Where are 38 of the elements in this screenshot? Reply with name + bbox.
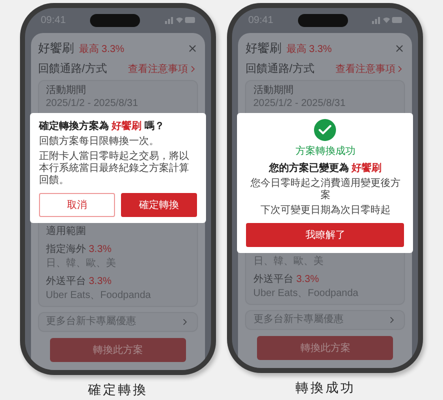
dialog-text: 回饋方案每日限轉換一次。 <box>38 136 160 148</box>
field-label: 活動期間 <box>46 85 87 97</box>
cancel-button[interactable]: 取消 <box>38 193 115 217</box>
switch-plan-button[interactable]: 轉換此方案 <box>257 336 394 360</box>
status-message: 方案轉換成功 <box>295 144 356 158</box>
confirm-button[interactable]: 確定轉換 <box>120 193 197 217</box>
section-title: 回饋通路/方式 <box>245 62 314 76</box>
sheet-title: 好饗刷 <box>245 41 282 55</box>
notice-link[interactable]: 查看注意事項 <box>128 62 198 76</box>
switch-plan-button[interactable]: 轉換此方案 <box>50 338 186 362</box>
confirm-button[interactable]: 我瞭解了 <box>246 223 404 247</box>
dialog-text: 您今日零時起之消費適用變更後方案 <box>249 178 402 202</box>
category-label: 指定海外 <box>46 244 86 255</box>
category-label: 外送平台 <box>253 274 294 285</box>
dialog-text: 下次可變更日期為次日零時起 <box>260 205 390 217</box>
success-check-icon <box>314 119 336 141</box>
dialog-title: 確定轉換方案為 好饗刷 嗎？ <box>38 119 166 133</box>
rate-value: 3.3% <box>296 274 320 285</box>
caption: 確定轉換 <box>88 381 148 399</box>
notice-link[interactable]: 查看注意事項 <box>335 62 406 76</box>
max-rate: 最高 3.3% <box>286 44 332 55</box>
status-icons <box>164 16 195 24</box>
dialog-title: 您的方案已變更為 好饗刷 <box>268 161 382 175</box>
camera-notch <box>90 14 140 26</box>
caption: 轉換成功 <box>295 379 356 397</box>
section-title: 回饋通路/方式 <box>38 62 107 76</box>
close-icon[interactable] <box>186 42 198 54</box>
sheet-title: 好饗刷 <box>38 41 74 55</box>
dialog-text: 正附卡人當日零時起之交易，將以本行系統當日最終紀錄之方案計算回饋。 <box>38 151 190 187</box>
status-icons <box>372 16 402 24</box>
close-icon[interactable] <box>394 42 406 54</box>
rate-value: 3.3% <box>88 244 112 255</box>
max-rate: 最高 3.3% <box>78 44 124 55</box>
category-label: 外送平台 <box>46 276 86 287</box>
field-label: 活動期間 <box>253 85 294 97</box>
camera-notch <box>298 14 348 26</box>
rate-value: 3.3% <box>88 276 112 287</box>
field-label: 適用範圍 <box>46 226 87 238</box>
